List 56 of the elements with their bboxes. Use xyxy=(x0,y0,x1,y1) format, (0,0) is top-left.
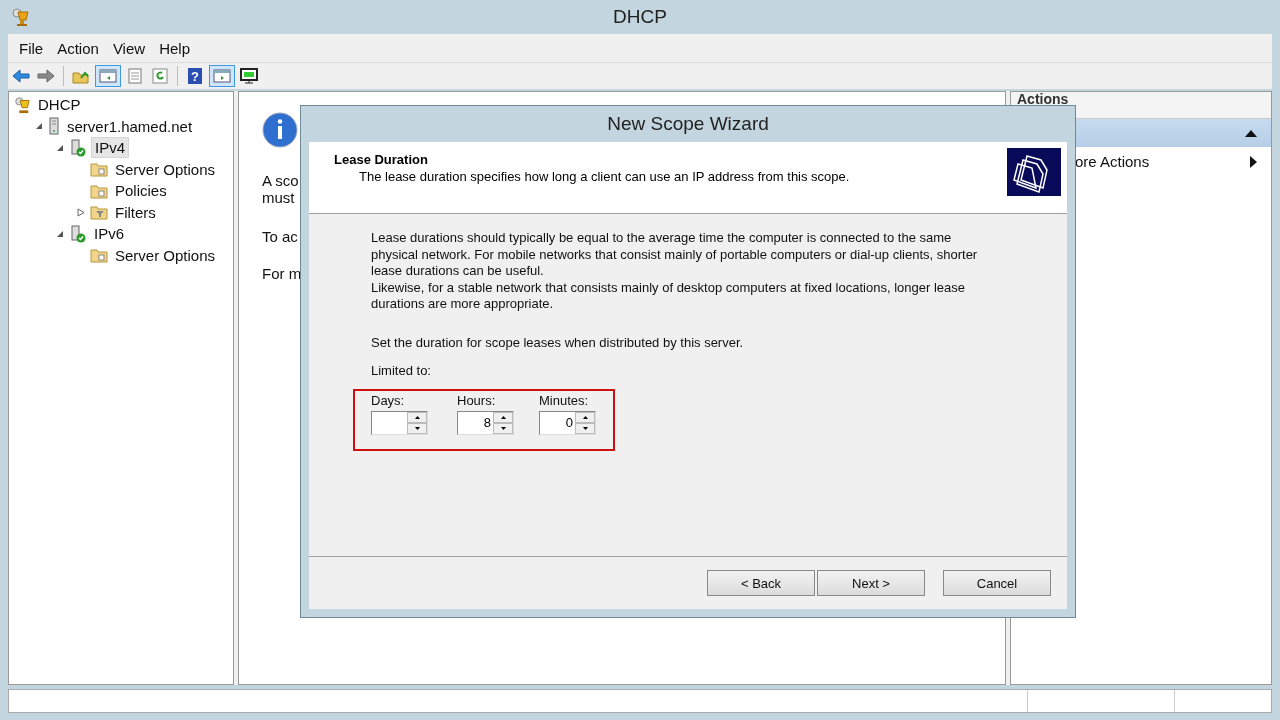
action-link[interactable]: ore Actions xyxy=(1075,153,1150,170)
filter-folder-icon xyxy=(90,204,108,221)
tree-item[interactable]: IPv6 xyxy=(91,224,127,244)
server-check-icon xyxy=(69,224,87,243)
tree-item[interactable]: Server Options xyxy=(112,245,219,265)
server-icon xyxy=(48,117,60,136)
info-icon xyxy=(262,112,298,148)
description-text: For m xyxy=(262,265,302,282)
spinner-label: Minutes: xyxy=(539,392,590,408)
description-text: A sco xyxy=(262,172,300,189)
refresh-button[interactable] xyxy=(149,65,171,87)
page-description: The lease duration specifies how long a client can use an IP address from this scope. xyxy=(358,169,850,184)
tree-item[interactable]: DHCP xyxy=(35,95,84,115)
next-button[interactable]: Next > xyxy=(817,570,925,596)
page-heading: Lease Duration xyxy=(334,152,429,167)
instruction-text: Set the duration for scope leases when distributed by this server. xyxy=(371,334,745,351)
dialog-title: New Scope Wizard xyxy=(606,112,770,136)
limited-label: Limited to: xyxy=(371,363,432,380)
menu-item[interactable]: Help xyxy=(152,37,197,59)
trophy-icon xyxy=(10,7,30,27)
back-button[interactable]: < Back xyxy=(707,570,815,596)
server-check-icon xyxy=(69,138,87,157)
expanded-arrow-icon[interactable] xyxy=(34,122,44,131)
window-title: DHCP xyxy=(613,6,667,28)
trophy-icon xyxy=(13,95,31,114)
pane-toggle-button[interactable] xyxy=(95,65,121,87)
collapsed-arrow-icon[interactable] xyxy=(76,207,86,217)
number-spinner[interactable]: 8 xyxy=(457,410,514,435)
folders-icon xyxy=(1007,148,1061,196)
expanded-arrow-icon[interactable] xyxy=(55,229,65,238)
collapse-arrow-icon xyxy=(1245,129,1257,137)
explanation-text: Likewise, for a stable network that consists mainly of desktop computers at fixed locations, longer lease durations are more appropriate. xyxy=(371,279,966,313)
explanation-text: Lease durations should typically be equal to the average time the computer is connected to the same physical network. For mobile networks that consist mainly of portable computers or dial-up clients, shorter lease durations can be useful. xyxy=(371,230,979,280)
submenu-arrow-icon xyxy=(1250,155,1257,168)
folder-icon xyxy=(90,182,108,199)
number-spinner[interactable] xyxy=(371,410,428,435)
tree-item[interactable]: Filters xyxy=(112,202,159,222)
spinner-label: Days: xyxy=(371,392,406,408)
expanded-arrow-icon[interactable] xyxy=(55,143,65,152)
menu-item[interactable]: View xyxy=(105,37,153,59)
help-button[interactable]: ? xyxy=(184,65,206,87)
description-text: To ac xyxy=(262,228,299,245)
folder-icon xyxy=(90,247,108,264)
tree-item[interactable]: Policies xyxy=(112,181,170,201)
folder-icon xyxy=(90,161,108,178)
spinner-label: Hours: xyxy=(457,392,497,408)
tree-item[interactable]: server1.hamed.net xyxy=(64,116,196,136)
menu-item[interactable]: Action xyxy=(50,37,106,59)
number-spinner[interactable]: 0 xyxy=(539,410,596,435)
description-text: must xyxy=(262,189,296,206)
cancel-button[interactable]: Cancel xyxy=(943,570,1051,596)
pane-toggle-button[interactable] xyxy=(209,65,235,87)
tree-item[interactable]: IPv4 xyxy=(91,137,129,159)
menu-item[interactable]: File xyxy=(12,37,51,59)
monitor-button[interactable] xyxy=(238,65,260,87)
tree-item[interactable]: Server Options xyxy=(112,159,219,179)
